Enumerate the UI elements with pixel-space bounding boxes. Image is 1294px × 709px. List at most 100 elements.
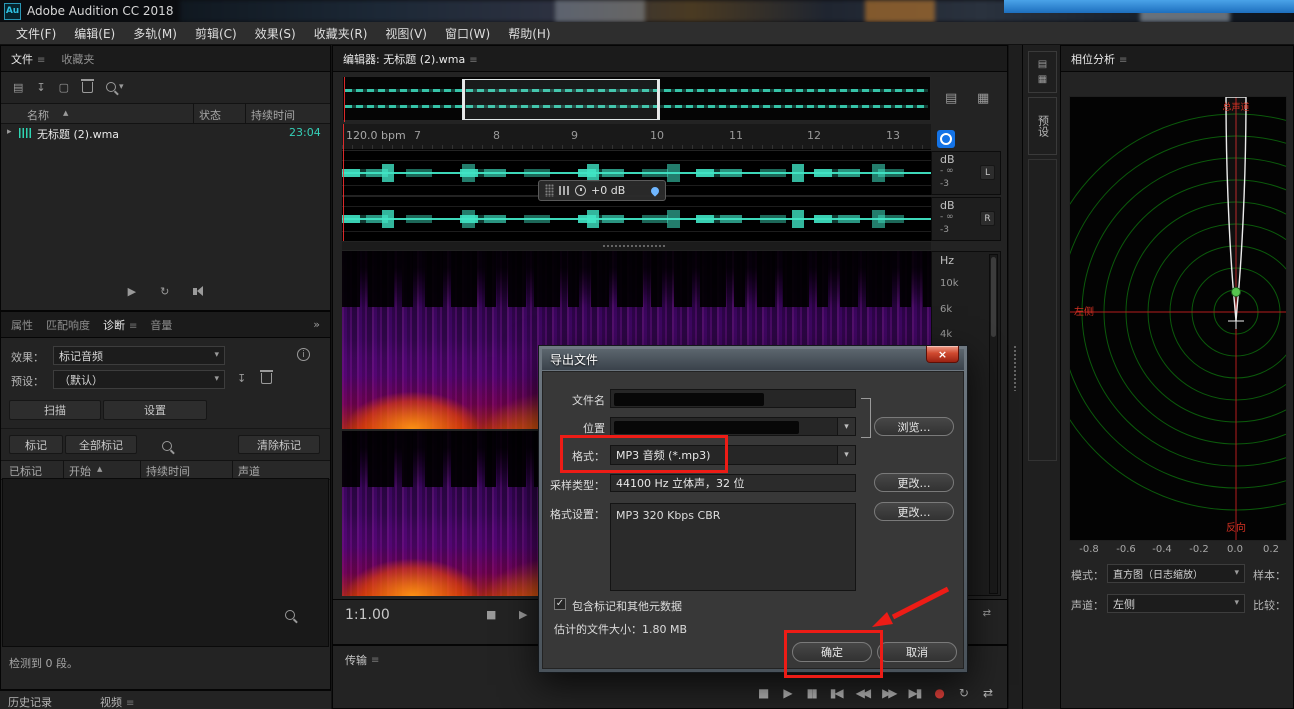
overview-selection[interactable] [462,79,660,120]
tab-video[interactable]: 视频 ≡ [100,694,134,709]
menu-edit[interactable]: 编辑(E) [66,22,123,45]
tab-amplitude[interactable]: 音量 [150,317,172,333]
zoom-icon[interactable] [285,610,295,620]
format-dropdown-box[interactable]: ▾ [837,446,855,464]
panel-menu-icon[interactable]: ≡ [469,55,477,66]
column-status[interactable]: 状态 [199,107,221,123]
location-dropdown-box[interactable]: ▾ [837,418,855,435]
dialog-close-button[interactable]: × [926,346,959,363]
column-duration[interactable]: 持续时间 [146,463,190,479]
stop-button[interactable]: ■ [758,686,769,700]
loop-preview-icon[interactable]: ↻ [160,286,169,297]
delete-preset-icon[interactable] [260,370,273,384]
pause-button[interactable]: ▮▮ [807,686,818,700]
metronome-toggle[interactable] [937,130,955,148]
presets-collapsed-tab[interactable]: 预设 [1028,97,1057,155]
tab-favorites[interactable]: 收藏夹 [61,51,94,67]
preset-select[interactable]: （默认） ▾ [53,370,225,389]
change-sample-type-button[interactable]: 更改… [874,473,954,492]
skip-back-button[interactable]: ▮◀ [830,686,844,700]
column-marked[interactable]: 已标记 [9,463,42,479]
dialog-title-bar[interactable]: 导出文件 [542,349,964,370]
tab-history[interactable]: 历史记录 [8,694,52,709]
menu-clip[interactable]: 剪辑(C) [187,22,245,45]
save-preset-icon[interactable]: ↧ [237,373,246,384]
channel-select[interactable]: 左侧 ▾ [1107,594,1245,613]
mini-stop-icon[interactable]: ■ [486,609,496,620]
spectral-view-icon[interactable]: ▦ [977,92,989,105]
track-splitter[interactable] [342,242,931,250]
pin-icon[interactable] [649,184,661,197]
panel-menu-icon[interactable]: ≡ [129,321,137,332]
find-marker-icon[interactable] [161,441,172,451]
skip-forward-button[interactable]: ▶▮ [909,686,923,700]
menu-help[interactable]: 帮助(H) [500,22,558,45]
menu-multitrack[interactable]: 多轨(M) [125,22,185,45]
import-file-icon[interactable]: ↧ [36,82,45,93]
scrollbar-thumb[interactable] [991,257,996,337]
fast-forward-button[interactable]: ▶▶ [882,686,898,700]
files-search[interactable]: ▾ [106,82,124,92]
file-row[interactable]: ▸ 无标题 (2).wma 23:04 [1,123,330,143]
info-icon[interactable]: i [297,348,310,361]
record-button[interactable]: ● [934,686,944,700]
clear-markers-button[interactable]: 清除标记 [238,435,320,454]
filename-input[interactable] [610,389,856,408]
auto-play-speaker-icon[interactable] [193,285,204,296]
column-channel[interactable]: 声道 [238,463,260,479]
tab-overflow-icon[interactable]: » [313,319,320,330]
location-select[interactable]: ▾ [610,417,856,436]
tab-editor[interactable]: 编辑器: 无标题 (2).wma ≡ [343,51,478,67]
panel-menu-icon[interactable]: ≡ [371,655,379,666]
tab-phase-analysis[interactable]: 相位分析 ≡ [1071,51,1127,67]
menu-effects[interactable]: 效果(S) [247,22,304,45]
channel-right-button[interactable]: R [980,211,995,226]
settings-button[interactable]: 设置 [103,400,207,420]
collapsed-panel-tab[interactable] [1028,159,1057,461]
mode-select[interactable]: 直方图（日志缩放） ▾ [1107,564,1245,583]
cancel-button[interactable]: 取消 [877,642,957,662]
waveform-track-right[interactable] [342,197,931,241]
vertical-scrollbar[interactable] [989,254,998,594]
mini-play-icon[interactable]: ▶ [519,609,527,620]
menu-file[interactable]: 文件(F) [8,22,64,45]
column-name[interactable]: 名称 [27,107,49,123]
timeline-ruler[interactable]: 120.0 bpm 7 8 9 10 11 12 13 [342,124,931,150]
phase-display[interactable]: 总声道 左侧 反向 [1069,96,1287,541]
new-file-icon[interactable]: ▢ [59,82,69,93]
menu-window[interactable]: 窗口(W) [437,22,498,45]
waveform-overview[interactable] [342,76,931,122]
tab-files[interactable]: 文件 ≡ [11,51,45,67]
column-duration[interactable]: 持续时间 [251,107,295,123]
tab-match-loudness[interactable]: 匹配响度 [46,317,90,333]
menu-view[interactable]: 视图(V) [377,22,435,45]
overview-playhead[interactable] [344,77,345,122]
include-metadata-checkbox[interactable]: ✓ [554,598,566,610]
collapsed-panel-tab[interactable]: ▤ ▦ [1028,51,1057,93]
column-start[interactable]: 开始 [69,463,91,479]
mark-all-button[interactable]: 全部标记 [65,435,137,454]
mark-button[interactable]: 标记 [9,435,63,454]
panel-menu-icon[interactable]: ≡ [1119,55,1127,66]
delete-file-icon[interactable] [81,78,95,93]
menu-favorites[interactable]: 收藏夹(R) [306,22,376,45]
playhead[interactable] [343,124,344,241]
play-button[interactable]: ▶ [783,686,792,700]
panel-menu-icon[interactable]: ≡ [37,55,45,66]
browse-button[interactable]: 浏览… [874,417,954,436]
gain-hud[interactable]: +0 dB [538,180,666,201]
open-file-icon[interactable]: ▤ [13,82,23,93]
skip-selection-button[interactable]: ⇄ [983,686,993,700]
loop-playback-button[interactable]: ↻ [959,686,969,700]
effect-select[interactable]: 标记音频 ▾ [53,346,225,365]
tab-diagnostics[interactable]: 诊断 ≡ [103,317,137,333]
waveform-view-icon[interactable]: ▤ [945,92,957,105]
channel-left-button[interactable]: L [980,165,995,180]
rewind-button[interactable]: ◀◀ [856,686,872,700]
search-dropdown-icon[interactable]: ▾ [119,82,124,92]
scan-button[interactable]: 扫描 [9,400,101,420]
panel-splitter[interactable] [1009,45,1022,709]
hud-grip-icon[interactable] [545,184,554,197]
expand-chevron-icon[interactable]: ▸ [7,128,12,137]
preview-play-icon[interactable]: ▶ [128,286,136,297]
